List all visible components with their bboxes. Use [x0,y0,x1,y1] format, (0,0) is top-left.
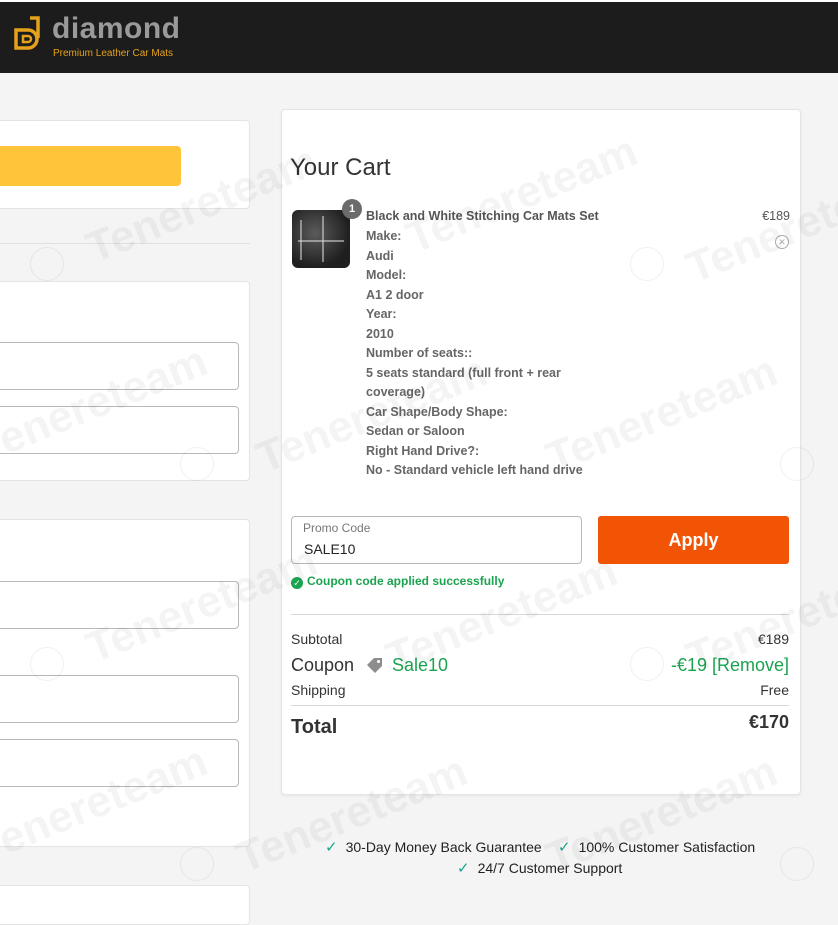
watermark-seal-icon [780,847,814,881]
watermark-seal-icon [180,847,214,881]
option-line: Right Hand Drive?: [366,443,480,458]
shipping-input-1[interactable] [0,581,239,629]
coupon-success-message: ✓ Coupon code applied successfully [291,574,504,589]
product-name: Black and White Stitching Car Mats Set [366,209,599,223]
shipping-input-3[interactable] [0,739,239,787]
checkmark-icon: ✓ [558,839,571,856]
brand-logo[interactable]: diamond Premium Leather Car Mats [12,12,202,60]
summary-divider-bottom [291,705,789,706]
option-line: Model: [366,268,407,282]
total-value: €170 [748,712,789,732]
check-circle-icon: ✓ [291,577,303,589]
guarantee-text: 100% Customer Satisfaction [578,839,756,855]
option-line: Sedan or Saloon [366,424,465,438]
option-line: Car Shape/Body Shape: [366,404,508,419]
promo-code-value: SALE10 [304,541,356,557]
coupon-label: Coupon [291,655,355,675]
shipping-input-2[interactable] [0,675,239,723]
coupon-success-text: Coupon code applied successfully [307,574,505,588]
subtotal-value: €189 [757,631,789,647]
product-options: Make: Audi Model: A1 2 door Year: 2010 N… [366,227,596,481]
promo-code-input[interactable]: Promo Code SALE10 [291,516,582,564]
section-divider [0,243,250,244]
coupon-code: Sale10 [392,655,449,675]
guarantee-satisfaction: ✓ 100% Customer Satisfaction [558,838,755,856]
promo-code-label: Promo Code [303,521,371,535]
apply-button[interactable]: Apply [598,516,789,564]
subtotal-label: Subtotal [291,631,343,647]
checkmark-icon: ✓ [325,839,338,856]
option-line: 5 seats standard (full front + rear cove… [366,365,561,400]
option-line: Year: [366,307,397,321]
express-pay-button[interactable] [0,146,181,186]
diamond-logo-icon [14,16,40,50]
close-circle-icon[interactable]: ✕ [775,235,789,249]
total-label: Total [291,716,338,738]
watermark-seal-icon [30,247,64,281]
guarantee-money-back: ✓ 30-Day Money Back Guarantee [325,838,542,856]
option-line: 2010 [366,326,394,341]
contact-input-2[interactable] [0,406,239,454]
brand-name: diamond [52,12,181,45]
cart-title: Your Cart [290,154,391,181]
option-line: Number of seats:: [366,346,473,360]
option-line: Make: [366,229,402,243]
option-line: Audi [366,248,394,263]
summary-divider-top [291,614,789,615]
contact-input-1[interactable] [0,342,239,390]
option-line: A1 2 door [366,287,424,302]
top-header: diamond Premium Leather Car Mats [0,0,838,73]
option-line: No - Standard vehicle left hand drive [366,463,583,477]
product-thumbnail [292,210,350,268]
shipping-value: Free [760,682,789,698]
guarantee-support: ✓ 24/7 Customer Support [457,859,622,877]
tag-icon [367,658,382,673]
quantity-badge: 1 [342,199,362,219]
product-price: €189 [762,209,790,223]
checkmark-icon: ✓ [457,860,470,877]
payment-panel [0,885,250,925]
guarantee-text: 24/7 Customer Support [477,860,623,876]
shipping-label: Shipping [291,682,346,698]
guarantee-text: 30-Day Money Back Guarantee [345,839,542,855]
remove-coupon-link[interactable]: -€19 [Remove] [671,655,789,676]
brand-tagline: Premium Leather Car Mats [53,48,174,59]
